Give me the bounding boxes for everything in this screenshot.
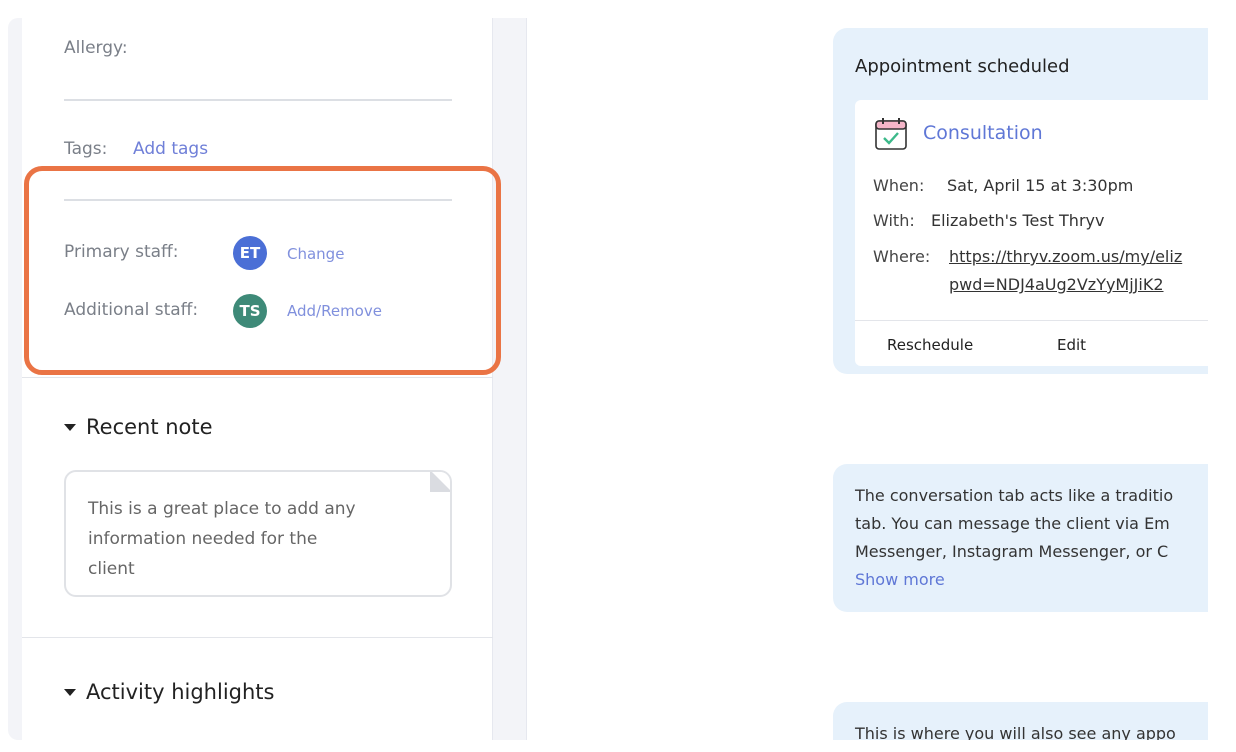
consultation-link[interactable]: Consultation <box>923 122 1043 144</box>
note-line: This is a great place to add any <box>88 499 356 519</box>
when-label: When: <box>873 176 925 195</box>
info-line: Messenger, Instagram Messenger, or C <box>855 542 1169 561</box>
allergy-label: Allergy: <box>64 38 128 58</box>
info-line: tab. You can message the client via Em <box>855 514 1170 533</box>
note-line: client <box>88 559 135 579</box>
appointments-info-text: This is where you will also see any appo <box>855 724 1176 740</box>
show-more-link[interactable]: Show more <box>855 570 945 589</box>
page-fold-icon <box>430 472 450 492</box>
conversation-panel: Appointment scheduled Consultation When:… <box>526 18 1208 740</box>
allergy-divider <box>64 99 452 101</box>
edit-button[interactable]: Edit <box>1057 336 1086 354</box>
recent-note-card[interactable]: This is a great place to add any informa… <box>64 470 452 597</box>
reschedule-button[interactable]: Reschedule <box>887 336 973 354</box>
card-divider <box>855 320 1208 321</box>
with-value: Elizabeth's Test Thryv <box>931 211 1105 230</box>
info-line: The conversation tab acts like a traditi… <box>855 486 1174 505</box>
appointment-card-header: Appointment scheduled <box>855 56 1070 77</box>
calendar-icon <box>875 118 907 150</box>
meeting-url-link-continued[interactable]: pwd=NDJ4aUg2VzYyMjJiK2 <box>949 275 1164 294</box>
conversation-info-text: The conversation tab acts like a traditi… <box>855 482 1208 566</box>
caret-down-icon <box>64 423 76 431</box>
conversation-info-card: The conversation tab acts like a traditi… <box>833 464 1208 612</box>
where-label: Where: <box>873 247 931 266</box>
staff-highlight-box <box>24 166 501 375</box>
activity-highlights-toggle[interactable]: Activity highlights <box>64 680 274 704</box>
note-line: information needed for the <box>88 529 318 549</box>
tags-label: Tags: <box>64 139 108 159</box>
add-tags-link[interactable]: Add tags <box>133 139 208 159</box>
activity-highlights-title: Activity highlights <box>86 680 275 704</box>
client-details-panel <box>22 18 493 740</box>
when-value: Sat, April 15 at 3:30pm <box>947 176 1134 195</box>
appointments-info-card: This is where you will also see any appo <box>833 702 1208 740</box>
caret-down-icon <box>64 688 76 696</box>
appointment-scheduled-card: Appointment scheduled Consultation When:… <box>833 28 1208 374</box>
appointment-details: Consultation When: Sat, April 15 at 3:30… <box>855 100 1208 366</box>
section-divider <box>22 637 493 638</box>
recent-note-title: Recent note <box>86 415 213 439</box>
with-label: With: <box>873 211 915 230</box>
section-divider <box>22 377 493 378</box>
meeting-url-link[interactable]: https://thryv.zoom.us/my/eliz <box>949 247 1182 266</box>
recent-note-toggle[interactable]: Recent note <box>64 415 213 439</box>
